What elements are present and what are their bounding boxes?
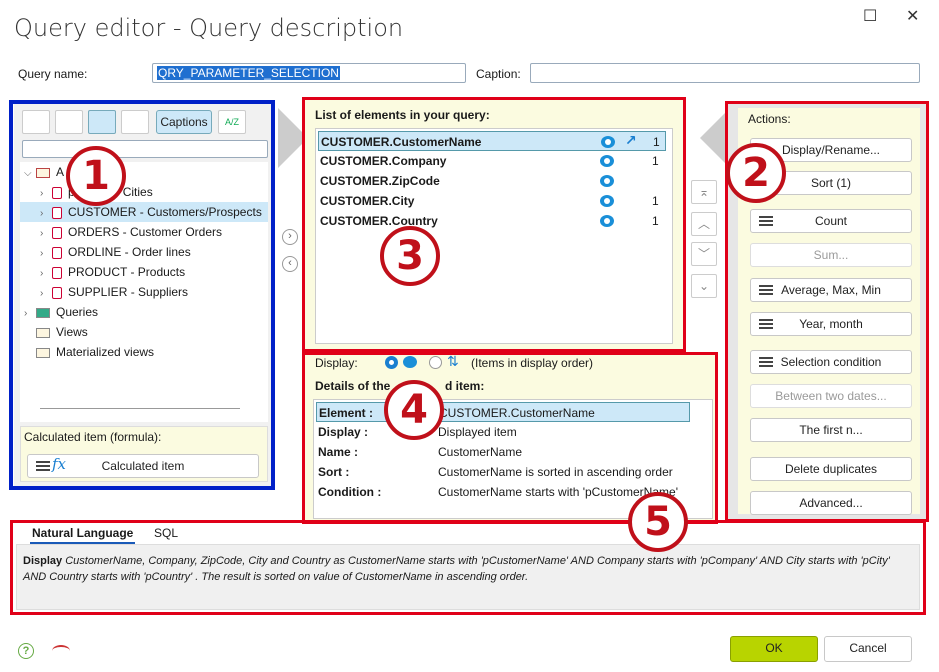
cancel-button[interactable]: Cancel bbox=[824, 636, 912, 662]
move-top-icon[interactable]: ⌅ bbox=[691, 180, 717, 204]
callout-2: 2 bbox=[726, 143, 786, 203]
callout-1: 1 bbox=[66, 146, 126, 206]
callout-4: 4 bbox=[384, 380, 444, 440]
caption-label: Caption: bbox=[476, 67, 521, 81]
caption-input[interactable] bbox=[530, 63, 920, 83]
callout-3: 3 bbox=[380, 226, 440, 286]
move-down-icon[interactable]: ﹀ bbox=[691, 242, 717, 266]
panel-5-highlight bbox=[10, 520, 926, 615]
remove-element-icon[interactable]: ‹ bbox=[282, 256, 298, 272]
add-element-icon[interactable]: › bbox=[282, 229, 298, 245]
close-icon[interactable]: ✕ bbox=[906, 6, 919, 26]
panel-3-highlight bbox=[302, 97, 686, 352]
move-bottom-icon[interactable]: ⌄ bbox=[691, 274, 717, 298]
query-name-input[interactable]: QRY_PARAMETER_SELECTION bbox=[152, 63, 466, 83]
connection-icon[interactable] bbox=[52, 645, 70, 657]
maximize-icon[interactable]: ☐ bbox=[863, 6, 877, 26]
query-name-value: QRY_PARAMETER_SELECTION bbox=[157, 66, 340, 80]
window-title: Query editor - Query description bbox=[14, 14, 404, 42]
ok-button[interactable]: OK bbox=[730, 636, 818, 662]
help-icon[interactable]: ? bbox=[18, 643, 34, 659]
panel-1-highlight bbox=[9, 100, 275, 490]
callout-5: 5 bbox=[628, 492, 688, 552]
move-up-icon[interactable]: ︿ bbox=[691, 212, 717, 236]
query-name-label: Query name: bbox=[18, 67, 88, 81]
